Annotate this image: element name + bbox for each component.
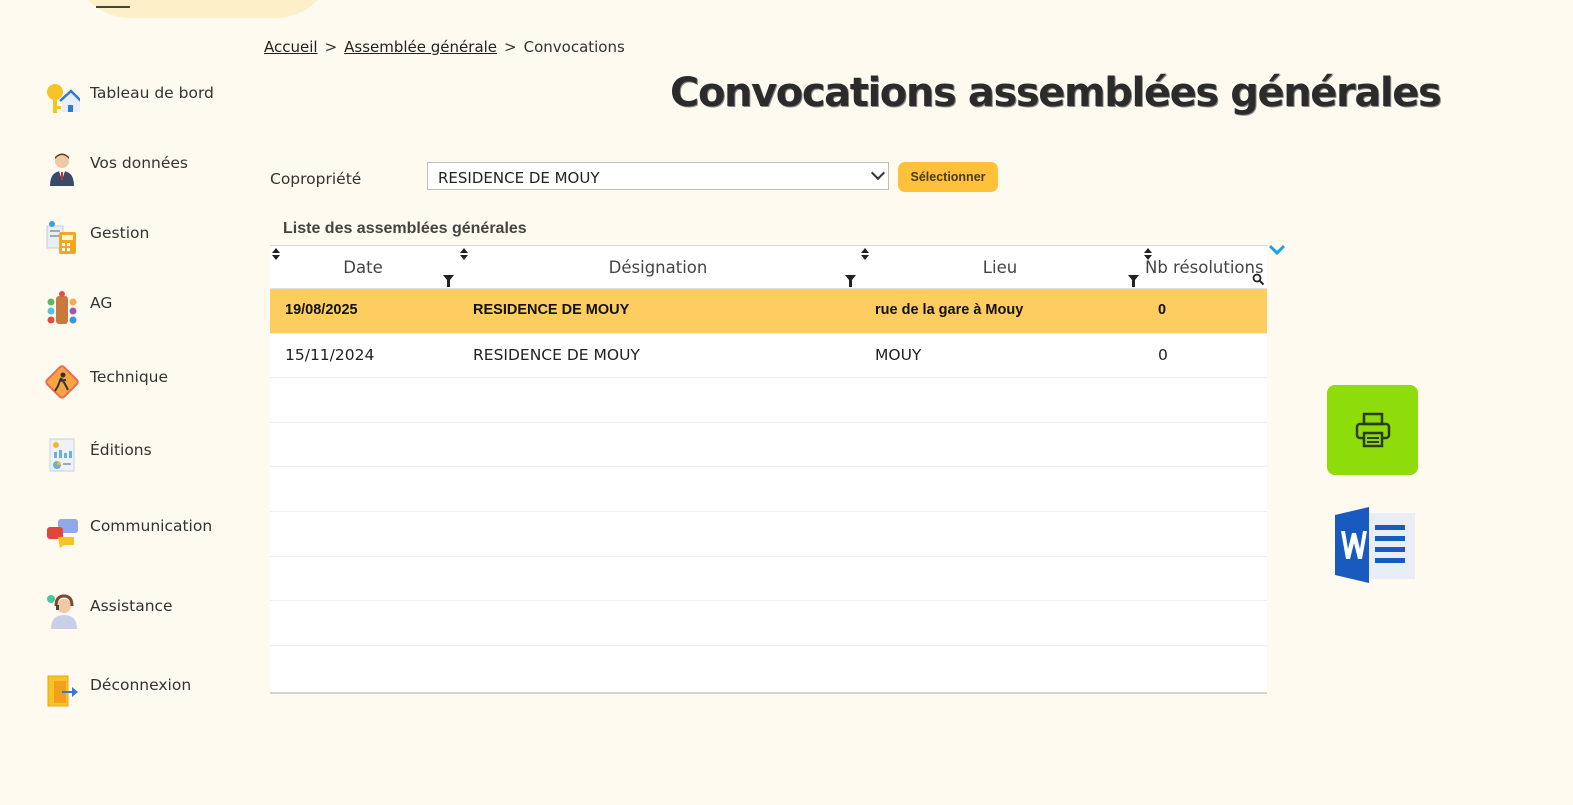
sort-icon[interactable] [272,248,280,260]
user-profile-icon [50,153,74,186]
export-word-button[interactable] [1333,505,1417,585]
copropriete-label: Copropriété [270,170,362,188]
column-header-lieu[interactable]: Lieu [860,246,1140,288]
sidebar-item-assistance[interactable]: Assistance [44,593,173,629]
column-header-date[interactable]: Date [270,246,456,288]
copropriete-select-value: RESIDENCE DE MOUY [438,169,600,187]
grid-caption: Liste des assemblées générales [283,220,527,237]
breadcrumb: Accueil > Assemblée générale > Convocations [264,38,625,56]
breadcrumb-home-link[interactable]: Accueil [264,38,318,56]
empty-row [270,512,1267,557]
column-header-designation[interactable]: Désignation [458,246,858,288]
column-header-label: Nb résolutions [1145,257,1264,277]
empty-row [270,601,1267,646]
breadcrumb-separator: > [324,38,338,56]
column-header-label: Lieu [982,257,1018,277]
logout-door-icon [47,675,78,707]
column-header-label: Date [343,257,383,277]
sidebar-item-label: Assistance [90,597,173,615]
column-header-nb-resolutions[interactable]: Nb résolutions [1142,246,1270,288]
report-document-icon [49,438,75,472]
sidebar-item-label: Tableau de bord [90,84,214,102]
cell-lieu: MOUY [875,345,922,364]
sidebar-item-label: Technique [90,368,169,386]
cell-nb-resolutions: 0 [1158,302,1167,318]
dashboard-key-house-icon [47,84,80,113]
sidebar-item-tableau-de-bord[interactable]: Tableau de bord [44,80,214,116]
cell-designation: RESIDENCE DE MOUY [473,345,640,364]
cell-date: 15/11/2024 [285,345,375,364]
table-row[interactable]: 19/08/2025 RESIDENCE DE MOUY rue de la g… [270,289,1267,334]
sidebar-item-gestion[interactable]: Gestion [44,220,149,256]
printer-icon [1355,412,1390,448]
breadcrumb-current: Convocations [523,38,625,56]
cell-date: 19/08/2025 [285,302,358,318]
sort-icon[interactable] [861,248,869,260]
cell-nb-resolutions: 0 [1158,345,1168,364]
logo-icon [96,0,130,8]
support-agent-icon [47,594,77,629]
sort-icon[interactable] [460,248,468,260]
select-button[interactable]: Sélectionner [898,162,998,192]
sidebar-item-vos-donnees[interactable]: Vos données [44,150,188,186]
chat-bubbles-icon [47,519,78,548]
table-row[interactable]: 15/11/2024 RESIDENCE DE MOUY MOUY 0 [270,334,1267,379]
sidebar-item-label: AG [90,294,113,312]
word-document-icon [1335,507,1415,583]
breadcrumb-separator: > [504,38,517,56]
empty-row [270,467,1267,512]
copropriete-select[interactable]: RESIDENCE DE MOUY [427,162,889,190]
cell-lieu: rue de la gare à Mouy [875,302,1024,318]
column-header-label: Désignation [608,257,708,277]
sidebar-item-editions[interactable]: Éditions [44,437,152,473]
sidebar-item-ag[interactable]: AG [44,290,112,326]
meeting-table-icon [47,291,77,324]
print-button[interactable] [1327,385,1418,475]
ag-list-grid: Date Désignation Lieu Nb résolutions 19/… [270,245,1267,694]
sort-icon[interactable] [1144,248,1152,260]
sidebar-item-label: Gestion [90,224,150,242]
sidebar-item-label: Communication [90,517,213,535]
chevron-down-icon[interactable] [1268,242,1286,256]
sidebar-item-communication[interactable]: Communication [44,513,212,549]
sidebar-item-label: Déconnexion [90,676,192,694]
chevron-down-icon [870,165,886,181]
cell-designation: RESIDENCE DE MOUY [473,302,630,318]
sidebar-item-label: Éditions [90,441,152,459]
search-icon[interactable] [1252,273,1264,285]
filter-icon[interactable] [1128,275,1139,287]
empty-row [270,646,1267,656]
grid-header: Date Désignation Lieu Nb résolutions [270,246,1267,289]
breadcrumb-section-link[interactable]: Assemblée générale [344,38,497,56]
empty-row [270,557,1267,602]
filter-icon[interactable] [443,275,454,287]
empty-row [270,378,1267,423]
empty-row [270,423,1267,468]
sidebar-item-technique[interactable]: Technique [44,364,168,400]
calculator-documents-icon [46,221,76,254]
sidebar-item-label: Vos données [90,154,189,172]
filter-icon[interactable] [845,275,856,287]
sidebar-item-deconnexion[interactable]: Déconnexion [44,672,191,708]
worker-sign-icon [45,365,79,399]
page-title: Convocations assemblées générales [670,70,1442,116]
